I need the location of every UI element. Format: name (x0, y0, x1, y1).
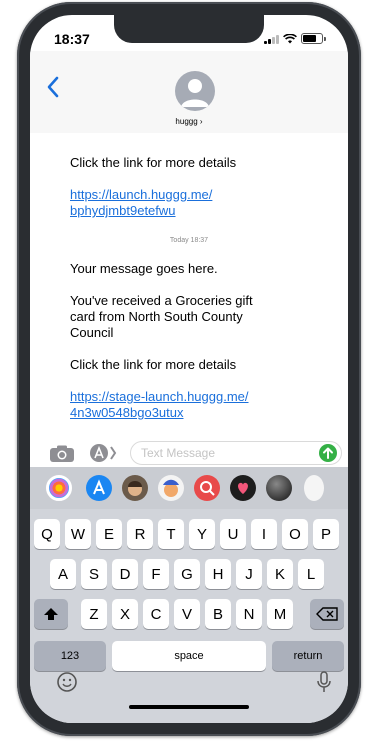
key-d[interactable]: D (112, 559, 138, 589)
key-f[interactable]: F (143, 559, 169, 589)
app-store-icon[interactable] (86, 475, 112, 501)
person-icon (181, 79, 209, 107)
back-chevron-icon[interactable] (44, 73, 62, 101)
key-a[interactable]: A (50, 559, 76, 589)
contact-avatar[interactable] (175, 71, 215, 111)
shift-key[interactable] (34, 599, 68, 629)
music-icon[interactable] (266, 475, 292, 501)
return-key[interactable]: return (272, 641, 344, 671)
status-time: 18:37 (54, 31, 90, 47)
shift-arrow-icon (44, 608, 58, 620)
key-y[interactable]: Y (189, 519, 215, 549)
digital-touch-icon[interactable] (230, 475, 256, 501)
message-link[interactable]: https://stage-launch.huggg.me/ 4n3w0548b… (70, 389, 270, 421)
message-input-field[interactable] (130, 441, 342, 465)
photos-icon[interactable] (46, 475, 72, 501)
numbers-key[interactable]: 123 (34, 641, 106, 671)
key-o[interactable]: O (282, 519, 308, 549)
phone-frame: 18:37 huggg › Click the link for more de… (17, 2, 361, 736)
keyboard-bottom-bar (30, 669, 348, 699)
status-icons (264, 33, 326, 44)
message-text: Your message goes here. (70, 261, 218, 276)
message-link[interactable]: https://launch.huggg.me/ bphydjmbt9etefw… (70, 187, 240, 219)
message-timestamp: Today 18:37 (169, 237, 209, 244)
key-r[interactable]: R (127, 519, 153, 549)
message-input[interactable] (141, 446, 301, 460)
camera-icon[interactable] (49, 445, 75, 463)
animoji-icon[interactable] (158, 475, 184, 501)
compose-bar (30, 435, 348, 471)
message-text: Click the link for more details (70, 155, 237, 170)
battery-icon (301, 33, 323, 44)
key-g[interactable]: G (174, 559, 200, 589)
key-w[interactable]: W (65, 519, 91, 549)
key-z[interactable]: Z (81, 599, 107, 629)
key-s[interactable]: S (81, 559, 107, 589)
key-t[interactable]: T (158, 519, 184, 549)
key-b[interactable]: B (205, 599, 231, 629)
key-j[interactable]: J (236, 559, 262, 589)
key-c[interactable]: C (143, 599, 169, 629)
delete-key[interactable] (310, 599, 344, 629)
notch (114, 15, 264, 43)
key-m[interactable]: M (267, 599, 293, 629)
key-i[interactable]: I (251, 519, 277, 549)
key-n[interactable]: N (236, 599, 262, 629)
space-key[interactable]: space (112, 641, 266, 671)
home-indicator (129, 705, 249, 709)
key-q[interactable]: Q (34, 519, 60, 549)
wifi-icon (283, 33, 297, 43)
memoji-icon[interactable] (122, 475, 148, 501)
key-u[interactable]: U (220, 519, 246, 549)
emoji-icon[interactable] (56, 671, 78, 693)
key-p[interactable]: P (313, 519, 339, 549)
key-l[interactable]: L (298, 559, 324, 589)
key-k[interactable]: K (267, 559, 293, 589)
contact-name[interactable]: huggg › (30, 117, 348, 126)
key-v[interactable]: V (174, 599, 200, 629)
signal-icon (264, 34, 279, 44)
arrow-up-icon (323, 447, 333, 459)
imessage-apps-row (30, 467, 348, 509)
backspace-icon (316, 607, 338, 621)
phone-screen: 18:37 huggg › Click the link for more de… (30, 15, 348, 723)
microphone-icon[interactable] (316, 670, 332, 694)
key-x[interactable]: X (112, 599, 138, 629)
image-search-icon[interactable] (194, 475, 220, 501)
conversation-header: huggg › (30, 51, 348, 134)
send-button[interactable] (319, 444, 337, 462)
app-drawer-icon[interactable] (87, 443, 119, 463)
battery-tip (324, 36, 326, 41)
more-app-icon[interactable] (304, 475, 324, 501)
key-h[interactable]: H (205, 559, 231, 589)
key-e[interactable]: E (96, 519, 122, 549)
message-text: You've received a Groceries gift card fr… (70, 293, 253, 340)
message-text: Click the link for more details (70, 357, 237, 372)
message-thread: Click the link for more details https://… (30, 133, 348, 435)
